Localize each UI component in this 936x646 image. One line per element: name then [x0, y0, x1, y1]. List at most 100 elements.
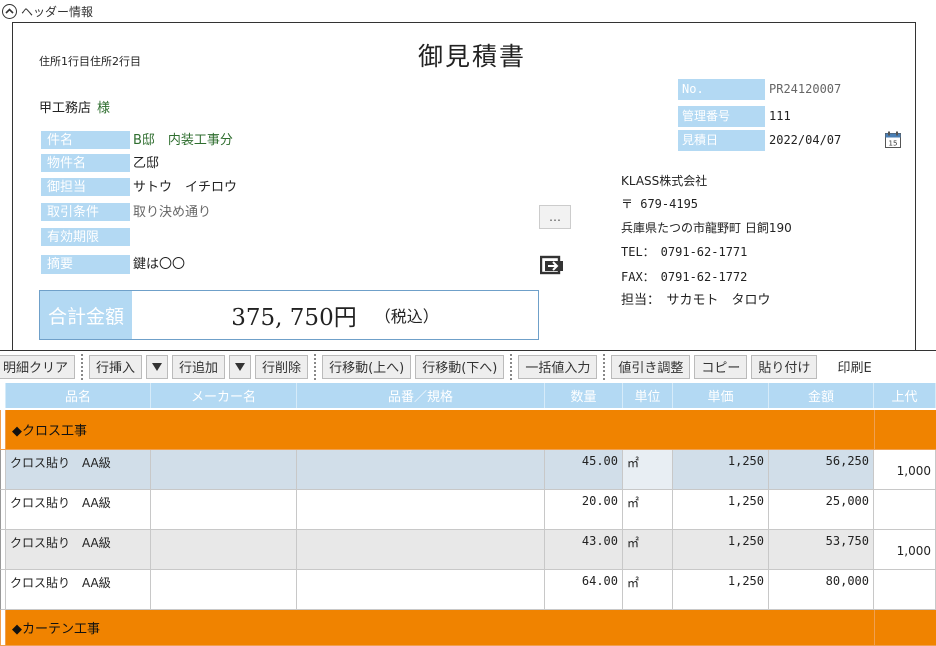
header-toggle[interactable]: ヘッダー情報 — [2, 2, 93, 20]
item-unit-cell[interactable]: ㎡ — [623, 490, 673, 530]
item-maker-cell[interactable] — [151, 530, 297, 570]
estimate-number-field[interactable]: PR24120007 — [769, 79, 841, 100]
item-price-cell[interactable]: 1,250 — [673, 570, 769, 610]
column-header-spec[interactable]: 品番／規格 — [297, 383, 545, 408]
table-row[interactable]: クロス貼り AA級 20.00 ㎡ 1,250 25,000 — [0, 490, 936, 530]
field-label-subject: 件名 — [41, 131, 130, 150]
item-amount-cell[interactable]: 53,750 — [769, 530, 874, 570]
company-contact: 担当： サカモト タロウ — [621, 293, 771, 308]
column-header-retail[interactable]: 上代 — [874, 383, 936, 408]
toolbar-separator — [81, 353, 84, 380]
insert-row-dropdown[interactable] — [146, 354, 169, 379]
move-row-down-button[interactable]: 行移動(下へ) — [415, 354, 505, 379]
table-row[interactable]: クロス貼り AA級 45.00 ㎡ 1,250 56,250 1,000 — [0, 450, 936, 490]
item-qty-cell[interactable]: 20.00 — [545, 490, 623, 530]
item-name-cell[interactable]: クロス貼り AA級 — [6, 530, 151, 570]
triangle-down-icon — [235, 362, 246, 371]
column-header-price[interactable]: 単価 — [673, 383, 769, 408]
property-field[interactable]: 乙邸 — [133, 154, 159, 173]
item-amount-cell[interactable]: 80,000 — [769, 570, 874, 610]
item-spec-cell[interactable] — [297, 450, 545, 490]
company-fax: FAX： 0791-62-1772 — [621, 270, 748, 284]
total-amount-box: 合計金額 375, 750円 （税込） — [39, 290, 539, 340]
item-name-cell[interactable]: クロス貼り AA級 — [6, 570, 151, 610]
item-amount-cell[interactable]: 25,000 — [769, 490, 874, 530]
toolbar-separator — [603, 353, 606, 380]
estimate-header-panel: 住所1行目住所2行目 御見積書 甲工務店様 件名 B邸 内装工事分 物件名 乙邸… — [12, 22, 916, 350]
total-amount: 375, 750円 — [231, 305, 357, 331]
tax-included-label: （税込） — [374, 307, 439, 326]
discount-adjust-button[interactable]: 値引き調整 — [611, 354, 691, 379]
item-unit-cell[interactable]: ㎡ — [623, 450, 673, 490]
item-name-cell[interactable]: クロス貼り AA級 — [6, 450, 151, 490]
field-label-terms: 取引条件 — [41, 203, 130, 222]
item-maker-cell[interactable] — [151, 450, 297, 490]
item-qty-cell[interactable]: 45.00 — [545, 450, 623, 490]
management-number-field[interactable]: 111 — [769, 106, 791, 127]
subject-field[interactable]: B邸 内装工事分 — [133, 131, 233, 150]
item-retail-cell[interactable] — [874, 570, 936, 610]
item-qty-cell[interactable]: 43.00 — [545, 530, 623, 570]
item-spec-cell[interactable] — [297, 490, 545, 530]
calendar-icon[interactable]: 15 — [885, 131, 901, 148]
item-retail-cell[interactable] — [874, 490, 936, 530]
remarks-field[interactable]: 鍵は〇〇 — [133, 255, 185, 274]
chevron-up-icon — [2, 3, 17, 19]
table-row[interactable]: ◆クロス工事 — [0, 410, 936, 450]
table-row[interactable]: クロス貼り AA級 64.00 ㎡ 1,250 80,000 — [0, 570, 936, 610]
estimate-date-field[interactable]: 2022/04/07 — [769, 130, 841, 151]
company-postal: 〒 679-4195 — [621, 197, 699, 211]
document-title: 御見積書 — [418, 42, 527, 71]
section-filler — [875, 610, 936, 646]
item-price-cell[interactable]: 1,250 — [673, 450, 769, 490]
item-unit-cell[interactable]: ㎡ — [623, 570, 673, 610]
section-name[interactable]: ◆クロス工事 — [6, 410, 875, 450]
insert-row-button[interactable]: 行挿入 — [89, 354, 143, 379]
toolbar-separator — [510, 353, 513, 380]
company-name: KLASS株式会社 — [621, 174, 708, 188]
contact-field[interactable]: サトウ イチロウ — [133, 178, 237, 197]
header-toggle-label: ヘッダー情報 — [21, 4, 94, 19]
table-row[interactable]: ◆カーテン工事 — [0, 610, 936, 646]
export-icon[interactable] — [539, 253, 566, 275]
column-header-qty[interactable]: 数量 — [545, 383, 623, 408]
toolbar-separator — [314, 353, 317, 380]
item-name-cell[interactable]: クロス貼り AA級 — [6, 490, 151, 530]
column-header-unit[interactable]: 単位 — [623, 383, 673, 408]
field-label-contact: 御担当 — [41, 178, 130, 197]
item-price-cell[interactable]: 1,250 — [673, 530, 769, 570]
item-unit-cell[interactable]: ㎡ — [623, 530, 673, 570]
item-maker-cell[interactable] — [151, 570, 297, 610]
bulk-input-button[interactable]: 一括値入力 — [518, 354, 598, 379]
column-header-maker[interactable]: メーカー名 — [151, 383, 297, 408]
company-address: 兵庫県たつの市龍野町 日飼190 — [621, 221, 792, 235]
clear-details-button[interactable]: 明細クリア — [0, 354, 76, 379]
item-amount-cell[interactable]: 56,250 — [769, 450, 874, 490]
field-label-expiry: 有効期限 — [41, 228, 130, 247]
field-label-property: 物件名 — [41, 154, 130, 173]
add-row-dropdown[interactable] — [229, 354, 252, 379]
move-row-up-button[interactable]: 行移動(上へ) — [322, 354, 412, 379]
column-header-name[interactable]: 品名 — [6, 383, 151, 408]
print-button[interactable]: 印刷E — [831, 354, 878, 379]
item-price-cell[interactable]: 1,250 — [673, 490, 769, 530]
delete-row-button[interactable]: 行削除 — [255, 354, 309, 379]
terms-lookup-button[interactable]: … — [539, 205, 571, 229]
item-retail-cell[interactable]: 1,000 — [874, 450, 936, 490]
item-spec-cell[interactable] — [297, 570, 545, 610]
column-header-amount[interactable]: 金額 — [769, 383, 874, 408]
paste-button[interactable]: 貼り付け — [751, 354, 818, 379]
item-qty-cell[interactable]: 64.00 — [545, 570, 623, 610]
add-row-button[interactable]: 行追加 — [172, 354, 226, 379]
table-row[interactable]: クロス貼り AA級 43.00 ㎡ 1,250 53,750 1,000 — [0, 530, 936, 570]
terms-field[interactable]: 取り決め通り — [133, 203, 211, 222]
total-label: 合計金額 — [40, 291, 132, 339]
item-spec-cell[interactable] — [297, 530, 545, 570]
grid-header: 品名 メーカー名 品番／規格 数量 単位 単価 金額 上代 — [0, 383, 936, 408]
item-maker-cell[interactable] — [151, 490, 297, 530]
customer-name-text: 甲工務店 — [39, 101, 92, 116]
item-retail-cell[interactable]: 1,000 — [874, 530, 936, 570]
copy-button[interactable]: コピー — [694, 354, 748, 379]
section-name[interactable]: ◆カーテン工事 — [6, 610, 875, 646]
ellipsis-icon: … — [549, 210, 561, 224]
